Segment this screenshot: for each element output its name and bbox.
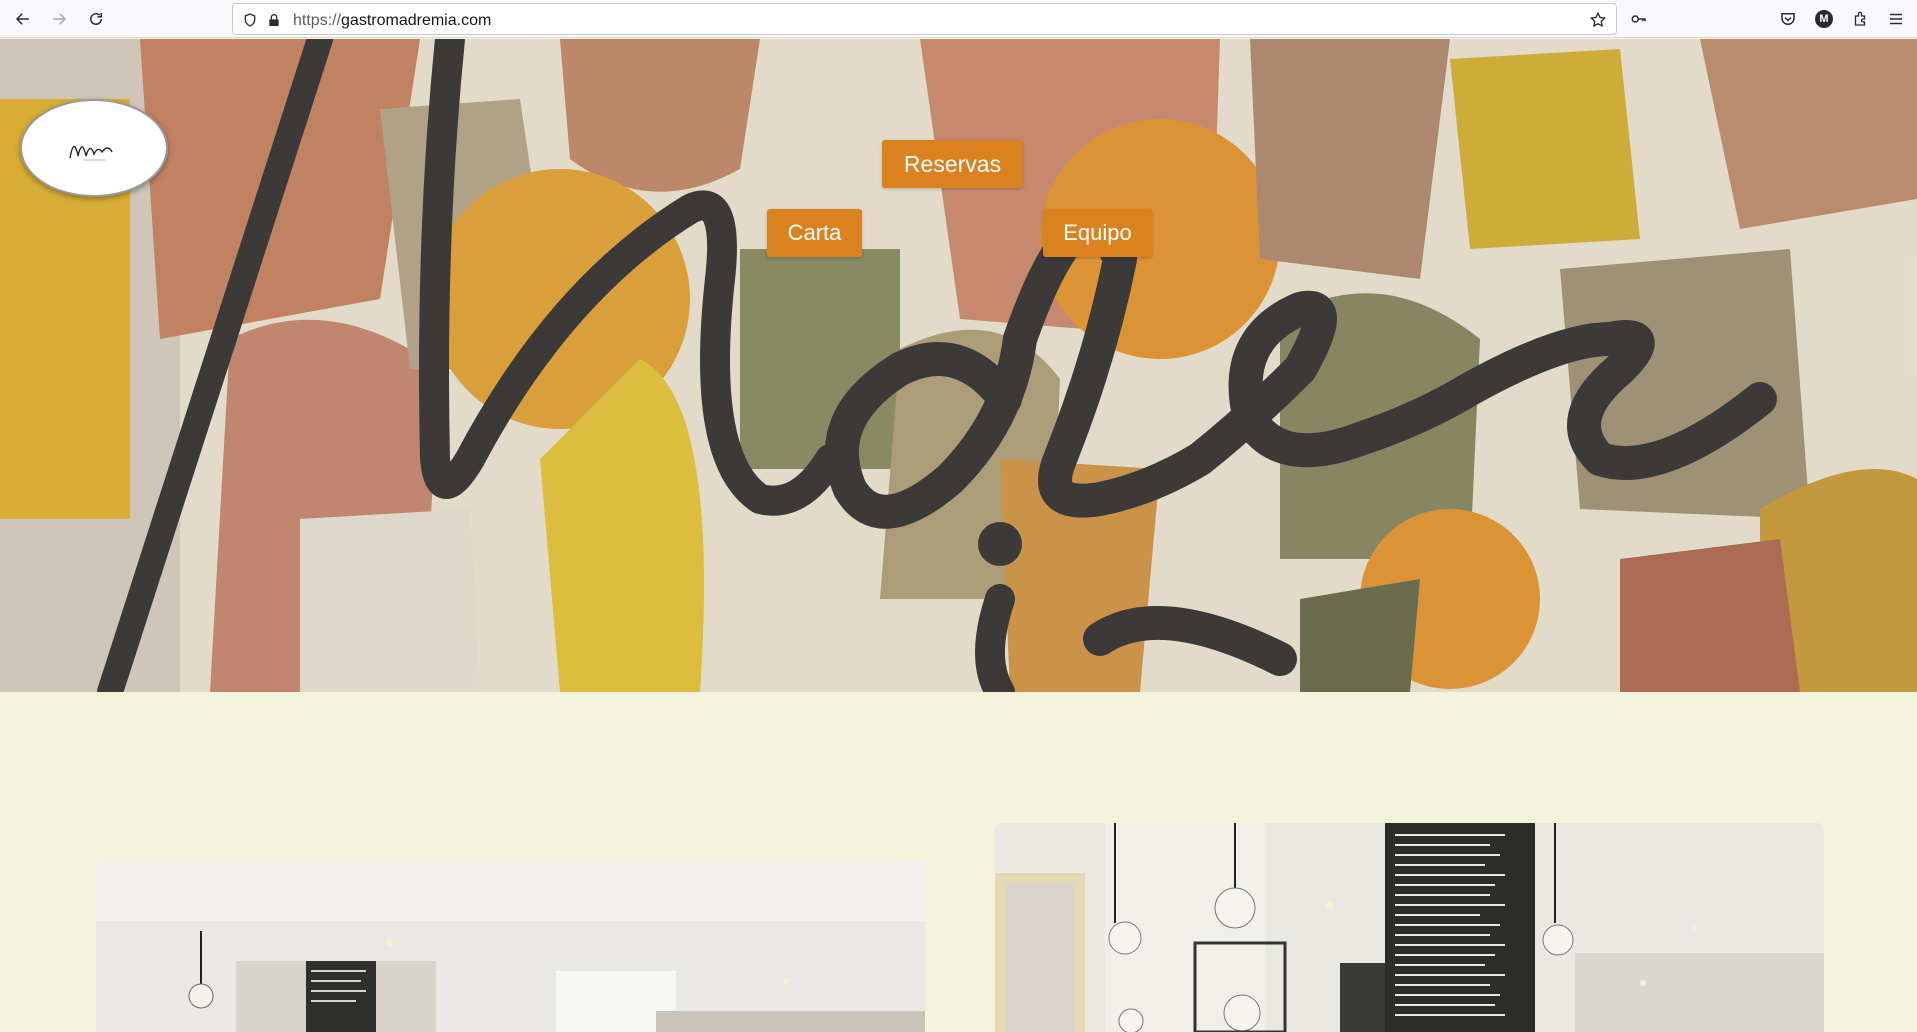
lock-icon[interactable] — [265, 11, 283, 29]
interior-photo-image — [96, 861, 925, 1032]
star-icon[interactable] — [1589, 11, 1607, 29]
profile-button[interactable]: M — [1812, 7, 1836, 31]
madre-logo-image — [69, 145, 113, 161]
forward-button[interactable] — [47, 7, 71, 31]
url-domain: gastromadremia.com — [341, 12, 492, 29]
url-protocol: https:// — [293, 12, 342, 29]
key-button[interactable] — [1627, 7, 1651, 31]
extensions-button[interactable] — [1848, 7, 1872, 31]
profile-avatar: M — [1815, 10, 1833, 28]
nav-equipo-button[interactable]: Equipo — [1043, 209, 1152, 257]
reload-button[interactable] — [84, 7, 108, 31]
url-text: https://gastromadremia.com — [293, 12, 491, 30]
reload-icon — [90, 13, 102, 25]
app-menu-button[interactable] — [1884, 7, 1908, 31]
nav-reservas-button[interactable]: Reservas — [882, 140, 1023, 188]
hero-mural-image — [0, 39, 1917, 692]
back-button[interactable] — [11, 7, 35, 31]
hero-banner: Reservas Carta Equipo — [0, 39, 1917, 692]
menu-icon — [1890, 13, 1902, 25]
pocket-icon — [1781, 13, 1795, 25]
address-bar[interactable]: https://gastromadremia.com — [232, 3, 1617, 35]
shield-icon[interactable] — [241, 11, 259, 29]
key-icon — [1631, 15, 1646, 23]
forward-icon — [53, 13, 67, 25]
pocket-button[interactable] — [1776, 7, 1800, 31]
interior-photo-image-right — [995, 823, 1824, 1032]
nav-carta-button[interactable]: Carta — [767, 209, 862, 257]
restaurant-interior-photo-right — [995, 823, 1824, 1032]
back-icon — [15, 13, 29, 25]
browser-toolbar: https://gastromadremia.com M — [0, 0, 1917, 38]
site-logo[interactable] — [20, 99, 168, 197]
extensions-icon — [1854, 11, 1866, 26]
restaurant-interior-photo-left — [96, 861, 925, 1032]
